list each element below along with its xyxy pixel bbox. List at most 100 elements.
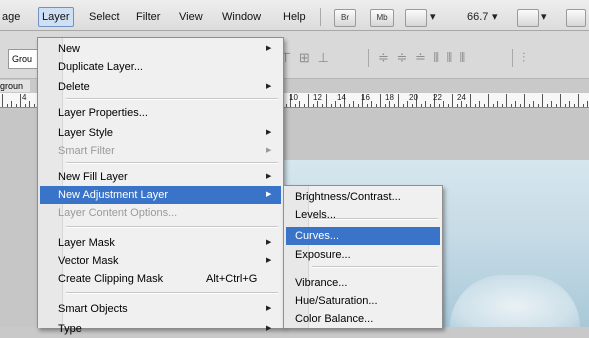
ruler-tick: [2, 94, 3, 107]
document-tab[interactable]: groun: [0, 80, 30, 92]
menu-layer[interactable]: Layer: [38, 7, 74, 27]
layer-menu-item-new-adjustment-layer[interactable]: New Adjustment Layer ▶: [40, 186, 281, 204]
ruler-tick: [33, 104, 35, 107]
menu-item-label: New Fill Layer: [58, 171, 128, 183]
ruler-number: 18: [385, 93, 394, 102]
ruler-tick: [551, 101, 552, 107]
menu-filter[interactable]: Filter: [136, 10, 160, 24]
auto-align-icon[interactable]: ⫶: [522, 50, 527, 66]
ruler-number: 10: [289, 93, 298, 102]
menu-help[interactable]: Help: [283, 10, 306, 24]
ruler-tick: [294, 104, 296, 107]
menu-window[interactable]: Window: [222, 10, 261, 24]
options-divider: [368, 49, 369, 67]
ruler-tick: [398, 94, 399, 107]
submenu-arrow-icon: ▶: [266, 239, 272, 246]
layer-menu-item-vector-mask[interactable]: Vector Mask ▶: [40, 252, 281, 270]
ruler-tick: [438, 104, 440, 107]
menu-bar: age Layer Select Filter View Window Help…: [0, 0, 589, 31]
view-extras-dropdown-icon[interactable]: ▾: [430, 10, 436, 24]
adjustment-item-vibrance[interactable]: Vibrance...: [286, 274, 440, 292]
layer-menu-item-layer-style[interactable]: Layer Style ▶: [40, 124, 281, 142]
ruler-tick: [474, 104, 476, 107]
ruler-tick: [587, 101, 588, 107]
submenu-arrow-icon: ▶: [266, 325, 272, 332]
layer-menu-item-layer-properties[interactable]: Layer Properties...: [40, 104, 281, 122]
layer-menu-item-smart-objects[interactable]: Smart Objects ▶: [40, 300, 281, 318]
layer-menu-item-duplicate-layer[interactable]: Duplicate Layer...: [40, 58, 281, 76]
arrange-dropdown-icon[interactable]: ▾: [541, 10, 547, 24]
adjustment-item-hue-saturation[interactable]: Hue/Saturation...: [286, 292, 440, 310]
submenu-arrow-icon: ▶: [266, 173, 272, 180]
ruler-tick: [524, 94, 525, 107]
layer-menu: New ▶ Duplicate Layer... Delete ▶ Layer Prope…: [37, 37, 284, 335]
layer-menu-item-layer-mask[interactable]: Layer Mask ▶: [40, 234, 281, 252]
layer-menu-item-delete[interactable]: Delete ▶: [40, 78, 281, 96]
bridge-button[interactable]: Br: [334, 9, 356, 27]
adjustment-item-color-balance[interactable]: Color Balance...: [286, 310, 440, 328]
submenu-arrow-icon: ▶: [266, 257, 272, 264]
menu-item-label: Create Clipping Mask: [58, 273, 164, 285]
layer-menu-item-create-clipping-mask[interactable]: Create Clipping Mask Alt+Ctrl+G: [40, 270, 281, 288]
menu-item-label: Exposure...: [295, 249, 351, 261]
menu-item-label: Brightness/Contrast...: [295, 191, 401, 203]
adjustment-item-exposure[interactable]: Exposure...: [286, 246, 440, 264]
layer-menu-item-layer-content-options: Layer Content Options...: [40, 204, 281, 222]
zoom-dropdown-icon[interactable]: ▾: [492, 10, 498, 24]
menu-separator: [66, 226, 278, 228]
mini-bridge-button[interactable]: Mb: [370, 9, 394, 27]
menu-view[interactable]: View: [179, 10, 203, 24]
layer-menu-item-new-fill-layer[interactable]: New Fill Layer ▶: [40, 168, 281, 186]
align-icons[interactable]: ⊤ ⊞ ⊥: [280, 50, 331, 66]
options-divider-2: [512, 49, 513, 67]
ruler-tick: [375, 104, 377, 107]
arrange-documents-button[interactable]: [517, 9, 539, 27]
ruler-tick: [303, 104, 305, 107]
menu-item-label: Layer Content Options...: [58, 207, 178, 219]
ruler-tick: [411, 104, 413, 107]
menu-item-shortcut: Alt+Ctrl+G: [206, 273, 258, 285]
menu-item-label: Layer Mask: [58, 237, 115, 249]
layer-menu-item-new[interactable]: New ▶: [40, 40, 281, 58]
menu-select[interactable]: Select: [89, 10, 120, 24]
adjustment-item-curves[interactable]: Curves...: [286, 227, 440, 245]
adjustment-item-levels[interactable]: Levels...: [286, 206, 440, 224]
menu-item-label: Layer Properties...: [58, 107, 148, 119]
menu-item-label: Smart Objects: [58, 303, 128, 315]
ruler-number: 14: [337, 93, 346, 102]
screen-mode-button[interactable]: [566, 9, 586, 27]
ruler-tick: [510, 104, 512, 107]
menu-image[interactable]: age: [2, 10, 20, 24]
menu-item-label: Type: [58, 323, 82, 335]
ruler-tick: [542, 94, 543, 107]
distribute-icons[interactable]: ≑ ≑ ≐ ⫴ ⫴ ⫴: [378, 50, 467, 66]
ruler-tick: [443, 101, 444, 107]
ruler-tick: [312, 104, 314, 107]
ruler-number: 16: [361, 93, 370, 102]
menu-item-label: Duplicate Layer...: [58, 61, 143, 73]
ruler-tick: [483, 104, 485, 107]
ruler-tick: [420, 104, 422, 107]
layer-menu-item-type[interactable]: Type ▶: [40, 320, 281, 338]
toolbar-divider: [320, 8, 321, 26]
ruler-tick: [15, 104, 17, 107]
ruler-tick: [371, 101, 372, 107]
ruler-tick: [357, 104, 359, 107]
ruler-tick: [506, 94, 507, 107]
ruler-tick: [537, 104, 539, 107]
ruler-tick: [326, 94, 327, 107]
ruler-number: 24: [457, 93, 466, 102]
zoom-level[interactable]: 66.7: [467, 10, 488, 24]
ruler-tick: [555, 104, 557, 107]
ruler-tick: [285, 104, 287, 107]
ruler-tick: [519, 104, 521, 107]
ruler-tick: [393, 104, 395, 107]
ruler-tick: [497, 101, 498, 107]
view-extras-button[interactable]: [405, 9, 427, 27]
adjustment-item-brightness-contrast[interactable]: Brightness/Contrast...: [286, 188, 440, 206]
ruler-tick: [407, 101, 408, 107]
ruler-tick: [353, 101, 354, 107]
submenu-arrow-icon: ▶: [266, 45, 272, 52]
ruler-tick: [402, 104, 404, 107]
ruler-tick: [573, 104, 575, 107]
